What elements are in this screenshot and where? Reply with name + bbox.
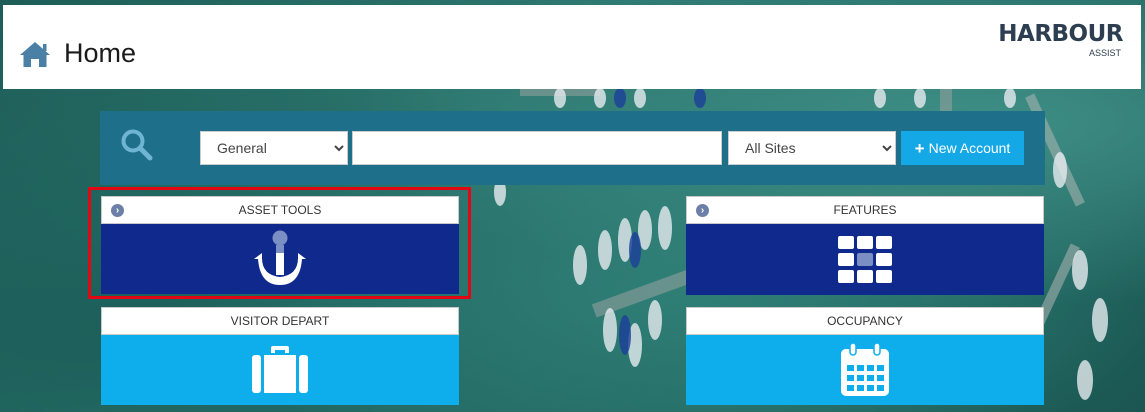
logo-subtext: ASSIST — [1088, 48, 1121, 58]
tile-body[interactable] — [101, 335, 459, 405]
tile-body[interactable] — [686, 224, 1044, 295]
tile-asset-tools[interactable]: › ASSET TOOLS — [101, 196, 459, 294]
tile-occupancy[interactable]: OCCUPANCY — [686, 307, 1044, 405]
new-account-button[interactable]: + New Account — [901, 131, 1024, 165]
plus-icon: + — [914, 138, 925, 158]
sites-select[interactable]: All Sites — [728, 131, 896, 165]
tile-header[interactable]: OCCUPANCY — [686, 307, 1044, 335]
tile-label: FEATURES — [833, 203, 897, 217]
tile-label: ASSET TOOLS — [238, 203, 322, 217]
search-type-select[interactable]: General — [200, 131, 348, 165]
tile-header[interactable]: › FEATURES — [686, 196, 1044, 224]
chevron-right-icon[interactable]: › — [696, 204, 709, 217]
tile-header[interactable]: VISITOR DEPART — [101, 307, 459, 335]
grid-icon — [838, 235, 892, 283]
search-input[interactable] — [352, 131, 722, 165]
tile-visitor-depart[interactable]: VISITOR DEPART — [101, 307, 459, 405]
page-header: Home HARBOUR ASSIST — [3, 5, 1141, 89]
new-account-label: New Account — [928, 140, 1011, 156]
chevron-right-icon[interactable]: › — [111, 204, 124, 217]
tile-label: OCCUPANCY — [827, 314, 903, 328]
search-icon[interactable] — [120, 128, 154, 162]
harbour-assist-logo[interactable]: HARBOUR ASSIST — [983, 21, 1123, 65]
suitcase-icon — [252, 346, 308, 393]
tile-body[interactable] — [101, 224, 459, 294]
home-icon[interactable] — [18, 40, 52, 68]
tile-body[interactable] — [686, 335, 1044, 405]
tile-label: VISITOR DEPART — [230, 314, 330, 328]
tile-header[interactable]: › ASSET TOOLS — [101, 196, 459, 224]
tile-features[interactable]: › FEATURES — [686, 196, 1044, 295]
calendar-icon — [841, 343, 889, 396]
logo-text: HARBOUR — [998, 21, 1123, 47]
page-title: Home — [64, 38, 137, 68]
anchor-icon — [254, 230, 306, 285]
search-bar: General All Sites + New Account — [100, 111, 1045, 185]
